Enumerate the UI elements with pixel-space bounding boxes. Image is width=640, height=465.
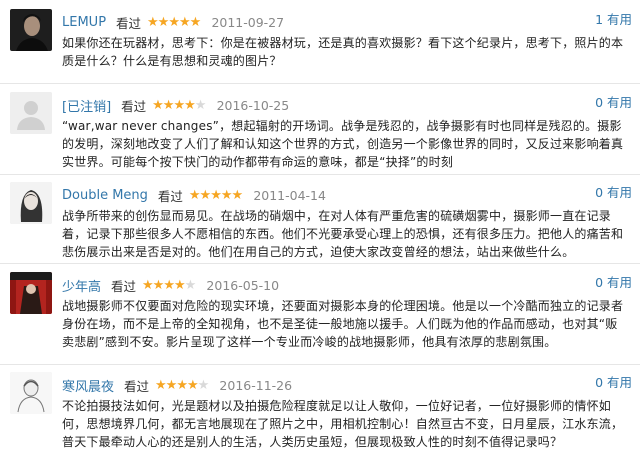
rating-stars: ★★★★★ [155,378,211,393]
divider [0,83,640,84]
star-icon: ★ [157,15,170,30]
star-icon: ★ [173,98,185,113]
useful-vote-button[interactable]: 0 有用 [595,182,632,201]
seen-label: 看过 [111,279,137,294]
username-link[interactable]: 少年高 [62,280,101,295]
star-icon: ★ [184,98,196,113]
rating-stars: ★★★★★ [147,15,203,30]
avatar[interactable] [10,9,52,51]
star-icon: ★ [165,378,178,393]
rating-stars: ★★★★★ [152,98,208,113]
review-list: LEMUP 看过 ★★★★★ 2011-09-27 1 有用 如果你还在玩器材，… [0,0,640,465]
white-sketch-avatar-icon [10,372,52,414]
star-icon: ★ [168,15,180,30]
rating-stars: ★★★★★ [189,188,245,203]
default-user-avatar-icon [10,92,52,134]
star-empty-icon: ★ [197,378,210,393]
rating-stars: ★★★★★ [142,278,198,293]
star-empty-icon: ★ [184,278,197,293]
review-meta: 少年高 看过 ★★★★★ 2016-05-10 [62,276,632,295]
review-text: “war,war never changes”，想起辐射的开场词。战争是残忍的，… [62,119,624,169]
review-date: 2011-04-14 [253,188,326,203]
username-link[interactable]: LEMUP [62,15,106,30]
star-icon: ★ [220,188,233,203]
star-icon: ★ [155,378,167,393]
star-icon: ★ [163,278,175,293]
red-curtain-avatar-icon [10,272,52,314]
star-icon: ★ [188,188,201,203]
man-portrait-avatar-icon [10,9,52,51]
star-icon: ★ [176,378,188,393]
star-icon: ★ [186,378,199,393]
review-text: 战争所带来的创伤显而易见。在战场的硝烟中，在对人体有严重危害的硫磺烟雾中，摄影师… [62,209,624,259]
avatar[interactable] [10,372,52,414]
seen-label: 看过 [157,189,183,204]
star-icon: ★ [173,278,186,293]
star-icon: ★ [162,98,175,113]
review-meta: [已注销] 看过 ★★★★★ 2016-10-25 [62,96,632,115]
review-meta: LEMUP 看过 ★★★★★ 2011-09-27 [62,13,632,31]
seen-label: 看过 [124,379,150,394]
review-date: 2016-10-25 [216,98,290,113]
star-icon: ★ [152,278,165,293]
seen-label: 看过 [116,16,142,31]
review-text: 如果你还在玩器材，思考下：你是在被器材玩，还是真的喜欢摄影？看下这个纪录片，思考… [62,36,624,68]
review-date: 2016-11-26 [219,378,293,393]
useful-vote-button[interactable]: 0 有用 [595,92,632,111]
avatar[interactable] [10,272,52,314]
avatar[interactable] [10,92,52,134]
review-text: 战地摄影师不仅要面对危险的现实环境，还要面对摄影本身的伦理困境。他是以一个冷酷而… [62,299,624,349]
divider [0,364,640,365]
username-link[interactable]: 寒风晨夜 [62,380,114,395]
review-text: 不论拍摄技法如何，光是题材以及拍摄危险程度就足以让人敬仰，一位好记者，一位好摄影… [62,399,624,449]
useful-vote-button[interactable]: 1 有用 [595,9,632,28]
star-icon: ★ [147,15,159,30]
review-meta: Double Meng 看过 ★★★★★ 2011-04-14 [62,186,632,204]
review-meta: 寒风晨夜 看过 ★★★★★ 2016-11-26 [62,376,632,395]
star-empty-icon: ★ [194,98,207,113]
sketch-woman-avatar-icon [10,182,52,224]
star-icon: ★ [189,15,202,30]
star-icon: ★ [210,188,222,203]
star-icon: ★ [231,188,244,203]
divider [0,174,640,175]
star-icon: ★ [142,278,154,293]
star-icon: ★ [178,15,191,30]
username-link[interactable]: [已注销] [62,100,111,115]
useful-vote-button[interactable]: 0 有用 [595,372,632,391]
useful-vote-button[interactable]: 0 有用 [595,272,632,291]
star-icon: ★ [199,188,212,203]
review-date: 2011-09-27 [211,15,285,30]
seen-label: 看过 [121,99,147,114]
avatar[interactable] [10,182,52,224]
star-icon: ★ [152,98,164,113]
divider [0,263,640,264]
username-link[interactable]: Double Meng [62,188,148,203]
review-date: 2016-05-10 [206,278,280,293]
